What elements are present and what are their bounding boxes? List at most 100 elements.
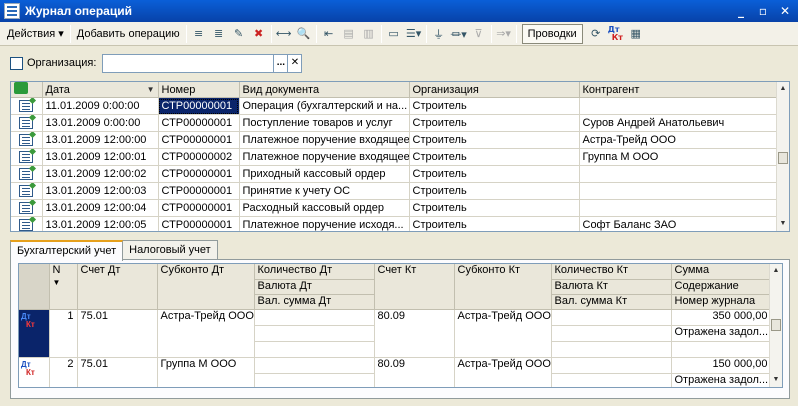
column-header-number[interactable]: Номер	[158, 82, 240, 98]
sync-icon[interactable]: ⟳	[586, 24, 606, 44]
column-header-icon[interactable]	[11, 82, 43, 98]
cell-contractor[interactable]: Суров Андрей Анатольевич	[579, 114, 779, 132]
cell-subconto-kt[interactable]: Астра-Трейд ООО	[454, 309, 552, 358]
cell-organization[interactable]: Строитель	[409, 131, 580, 149]
cell-contractor[interactable]: Софт Баланс ЗАО	[579, 216, 779, 231]
cell-currency-dt[interactable]	[254, 373, 375, 387]
interval-icon[interactable]: ⟷	[274, 24, 294, 44]
column-header-currency-dt[interactable]: Валюта Дт	[254, 279, 375, 295]
cell-journal-number[interactable]	[671, 341, 772, 358]
dtkt-report-icon[interactable]: Дт Кт	[606, 24, 626, 44]
column-header-cursum-kt[interactable]: Вал. сумма Кт	[551, 294, 672, 310]
actions-menu[interactable]: Действия ▾	[3, 24, 68, 44]
cell-organization[interactable]: Строитель	[409, 148, 580, 166]
cell-date[interactable]: 13.01.2009 12:00:03	[42, 182, 159, 200]
cell-subconto-dt[interactable]: Группа М ООО	[157, 357, 255, 387]
cell-organization[interactable]: Строитель	[409, 165, 580, 183]
scroll-up-icon[interactable]: ▲	[777, 83, 789, 95]
cell-doctype[interactable]: Принятие к учету ОС	[239, 182, 410, 200]
column-header-cursum-dt[interactable]: Вал. сумма Дт	[254, 294, 375, 310]
column-header-subconto-kt[interactable]: Субконто Кт	[454, 264, 552, 310]
column-header-subconto-dt[interactable]: Субконто Дт	[157, 264, 255, 310]
unpost-icon[interactable]: ▥	[359, 24, 379, 44]
organization-input[interactable]	[102, 53, 275, 73]
cell-contractor[interactable]: Астра-Трейд ООО	[579, 131, 779, 149]
tab-tax[interactable]: Налоговый учет	[122, 240, 218, 260]
clear-filter-icon[interactable]: ⊽	[469, 24, 489, 44]
column-header-organization[interactable]: Организация	[409, 82, 580, 98]
column-header-n[interactable]: N ▼	[49, 264, 78, 310]
cell-doctype[interactable]: Поступление товаров и услуг	[239, 114, 410, 132]
cell-cursum-kt[interactable]	[551, 341, 672, 358]
cell-contractor[interactable]	[579, 182, 779, 200]
cell-organization[interactable]: Строитель	[409, 199, 580, 217]
cell-date[interactable]: 13.01.2009 12:00:05	[42, 216, 159, 231]
cell-date[interactable]: 13.01.2009 12:00:04	[42, 199, 159, 217]
cell-debit[interactable]: 75.01	[77, 357, 158, 387]
cell-organization[interactable]: Строитель	[409, 114, 580, 132]
restore-button[interactable]: ▫	[754, 3, 772, 19]
find-icon[interactable]: 🔍	[294, 24, 314, 44]
cell-number[interactable]: СТР00000001	[158, 216, 240, 231]
cell-qty-kt[interactable]	[551, 309, 672, 326]
cell-number[interactable]: СТР00000001	[158, 131, 240, 149]
cell-doctype[interactable]: Платежное поручение исходя...	[239, 216, 410, 231]
tab-accounting[interactable]: Бухгалтерский учет	[10, 240, 124, 261]
cell-contractor[interactable]	[579, 97, 779, 115]
cell-contractor[interactable]	[579, 199, 779, 217]
journal-row[interactable]: 13.01.2009 12:00:03 СТР00000001 Принятие к…	[11, 182, 779, 200]
filter-icon[interactable]: ⏚	[429, 24, 449, 44]
journal-row[interactable]: 13.01.2009 12:00:01 СТР00000002 Платежное …	[11, 148, 779, 166]
postings-table[interactable]: N ▼ Счет Дт Субконто Дт Количество Дт Сче…	[18, 263, 783, 388]
cell-doctype[interactable]: Операция (бухгалтерский и на...	[239, 97, 410, 115]
cell-number[interactable]: СТР00000002	[158, 148, 240, 166]
refresh-list-icon[interactable]: ▭	[384, 24, 404, 44]
column-header-qty-kt[interactable]: Количество Кт	[551, 264, 672, 280]
cell-number[interactable]: СТР00000001	[158, 182, 240, 200]
column-header-date[interactable]: Дата ▼	[42, 82, 159, 98]
journal-table[interactable]: Дата ▼ Номер Вид документа Организация Ко…	[10, 81, 790, 232]
column-header-qty-dt[interactable]: Количество Дт	[254, 264, 375, 280]
column-header-journal-number[interactable]: Номер журнала	[671, 294, 772, 310]
cell-contractor[interactable]	[579, 165, 779, 183]
go-to-icon[interactable]: ⇤	[319, 24, 339, 44]
cell-contractor[interactable]: Группа М ООО	[579, 148, 779, 166]
postings-scrollbar[interactable]: ▲ ▼	[769, 264, 782, 387]
print-icon[interactable]: ▦	[626, 24, 646, 44]
posting-row[interactable]: Дт Кт 2 75.01 Группа М ООО 80.09 Астра-Трейд О…	[19, 357, 772, 387]
column-header-sum[interactable]: Сумма	[671, 264, 772, 280]
cell-debit[interactable]: 75.01	[77, 309, 158, 358]
cell-number[interactable]: СТР00000001	[158, 165, 240, 183]
column-header-contractor[interactable]: Контрагент	[579, 82, 779, 98]
cell-organization[interactable]: Строитель	[409, 182, 580, 200]
cell-sum[interactable]: 150 000,00	[671, 357, 772, 374]
cell-currency-kt[interactable]	[551, 373, 672, 387]
cell-date[interactable]: 13.01.2009 12:00:02	[42, 165, 159, 183]
organization-clear-button[interactable]: ✕	[288, 53, 303, 73]
cell-date[interactable]: 13.01.2009 12:00:00	[42, 131, 159, 149]
journal-row[interactable]: 13.01.2009 12:00:05 СТР00000001 Платежное …	[11, 216, 779, 231]
journal-row[interactable]: 13.01.2009 12:00:00 СТР00000001 Платежное …	[11, 131, 779, 149]
journal-row[interactable]: 13.01.2009 12:00:02 СТР00000001 Приходный …	[11, 165, 779, 183]
list-options-icon[interactable]: ☰▾	[404, 24, 424, 44]
scroll-down-icon[interactable]: ▼	[777, 218, 789, 230]
cell-cursum-dt[interactable]	[254, 341, 375, 358]
cell-currency-kt[interactable]	[551, 325, 672, 342]
journal-scrollbar[interactable]: ▲ ▼	[776, 82, 789, 231]
column-header-currency-kt[interactable]: Валюта Кт	[551, 279, 672, 295]
cell-date[interactable]: 11.01.2009 0:00:00	[42, 97, 159, 115]
cell-qty-dt[interactable]	[254, 309, 375, 326]
add-operation-button[interactable]: Добавить операцию	[73, 24, 184, 44]
cell-doctype[interactable]: Расходный кассовый ордер	[239, 199, 410, 217]
journal-row[interactable]: 13.01.2009 0:00:00 СТР00000001 Поступление…	[11, 114, 779, 132]
column-header-content[interactable]: Содержание	[671, 279, 772, 295]
cell-number[interactable]: СТР00000001	[158, 199, 240, 217]
scroll-down-icon[interactable]: ▼	[770, 374, 782, 386]
organization-select-button[interactable]: ...	[274, 53, 289, 73]
cell-sum[interactable]: 350 000,00	[671, 309, 772, 326]
based-on-icon[interactable]: ⇒▾	[494, 24, 514, 44]
cell-doctype[interactable]: Платежное поручение входящее	[239, 131, 410, 149]
postings-button[interactable]: Проводки	[521, 23, 583, 44]
column-header-doctype[interactable]: Вид документа	[239, 82, 410, 98]
cell-number[interactable]: СТР00000001	[158, 114, 240, 132]
